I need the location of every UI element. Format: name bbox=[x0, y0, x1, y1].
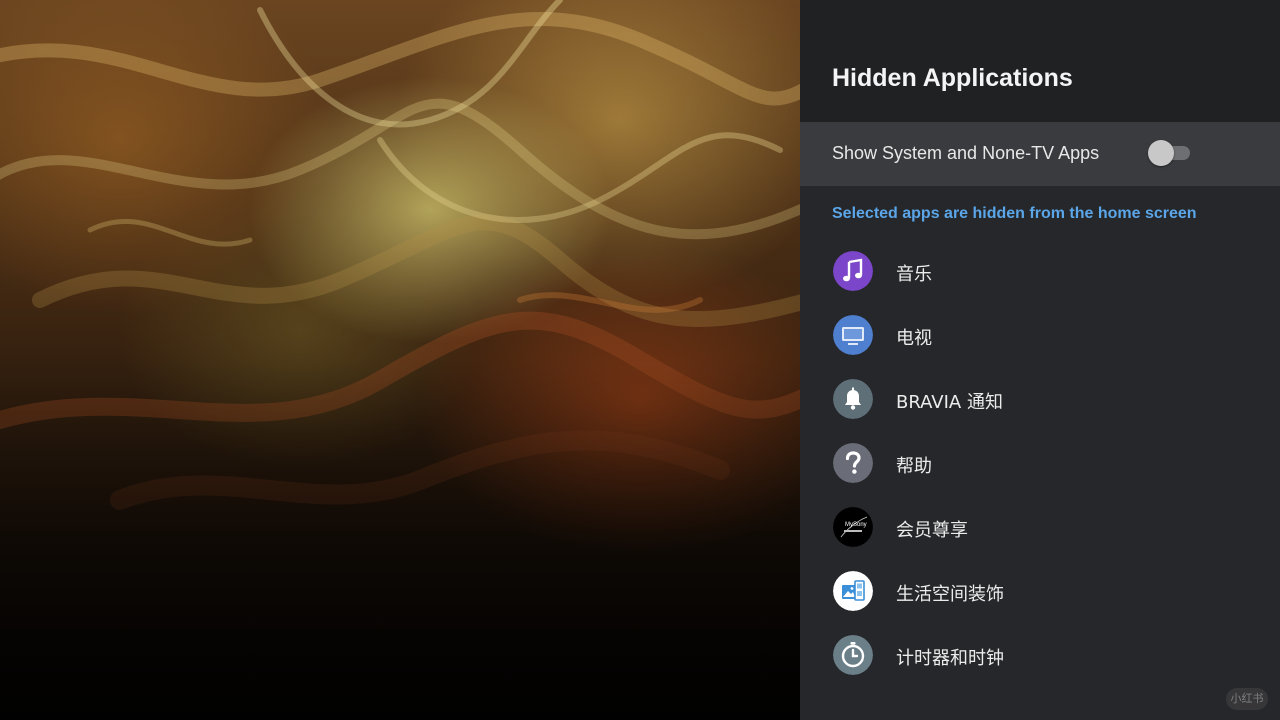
show-system-apps-label: Show System and None-TV Apps bbox=[832, 143, 1100, 163]
app-label-timer-clock: 计时器和时钟 bbox=[896, 648, 1004, 669]
mysony-logo-text: MySony bbox=[845, 522, 867, 528]
wallpaper-background bbox=[0, 0, 800, 720]
app-item-help[interactable]: 帮助 bbox=[800, 432, 1280, 496]
app-item-tv[interactable]: 电视 bbox=[800, 304, 1280, 368]
switch-thumb bbox=[1148, 140, 1174, 166]
wallpaper-shade bbox=[0, 0, 800, 720]
page-title: Hidden Applications bbox=[832, 64, 1073, 92]
app-item-mysony[interactable]: MySony 会员尊享 bbox=[800, 496, 1280, 560]
app-item-timer-clock[interactable]: 计时器和时钟 bbox=[800, 624, 1280, 688]
app-label-mysony: 会员尊享 bbox=[896, 520, 968, 541]
app-label-tv: 电视 bbox=[896, 328, 932, 349]
show-system-apps-switch[interactable] bbox=[1148, 140, 1190, 166]
bell-icon bbox=[833, 379, 873, 419]
tv-icon bbox=[833, 315, 873, 355]
question-mark-icon bbox=[833, 443, 873, 483]
app-label-help: 帮助 bbox=[896, 456, 932, 477]
app-item-bravia-notifications[interactable]: BRAVIA 通知 bbox=[800, 368, 1280, 432]
watermark: 小红书 bbox=[1226, 688, 1268, 710]
hidden-apps-panel: Hidden Applications Show System and None… bbox=[800, 0, 1280, 720]
music-note-icon bbox=[833, 251, 873, 291]
app-item-music[interactable]: 音乐 bbox=[800, 240, 1280, 304]
section-hint: Selected apps are hidden from the home s… bbox=[832, 205, 1197, 222]
timer-clock-icon bbox=[833, 635, 873, 675]
show-system-apps-row[interactable]: Show System and None-TV Apps bbox=[800, 122, 1280, 186]
app-list: 音乐 电视 BRAVIA 通知 帮助 MySony 会员尊享 生活空间装饰 计时… bbox=[800, 240, 1280, 688]
mysony-icon: MySony bbox=[833, 507, 873, 547]
app-label-bravia-notifications: BRAVIA 通知 bbox=[896, 392, 1003, 413]
app-item-living-decor[interactable]: 生活空间装饰 bbox=[800, 560, 1280, 624]
panel-header: Hidden Applications bbox=[800, 0, 1280, 122]
app-label-music: 音乐 bbox=[896, 264, 932, 285]
app-label-living-decor: 生活空间装饰 bbox=[896, 584, 1004, 605]
living-decor-icon bbox=[833, 571, 873, 611]
